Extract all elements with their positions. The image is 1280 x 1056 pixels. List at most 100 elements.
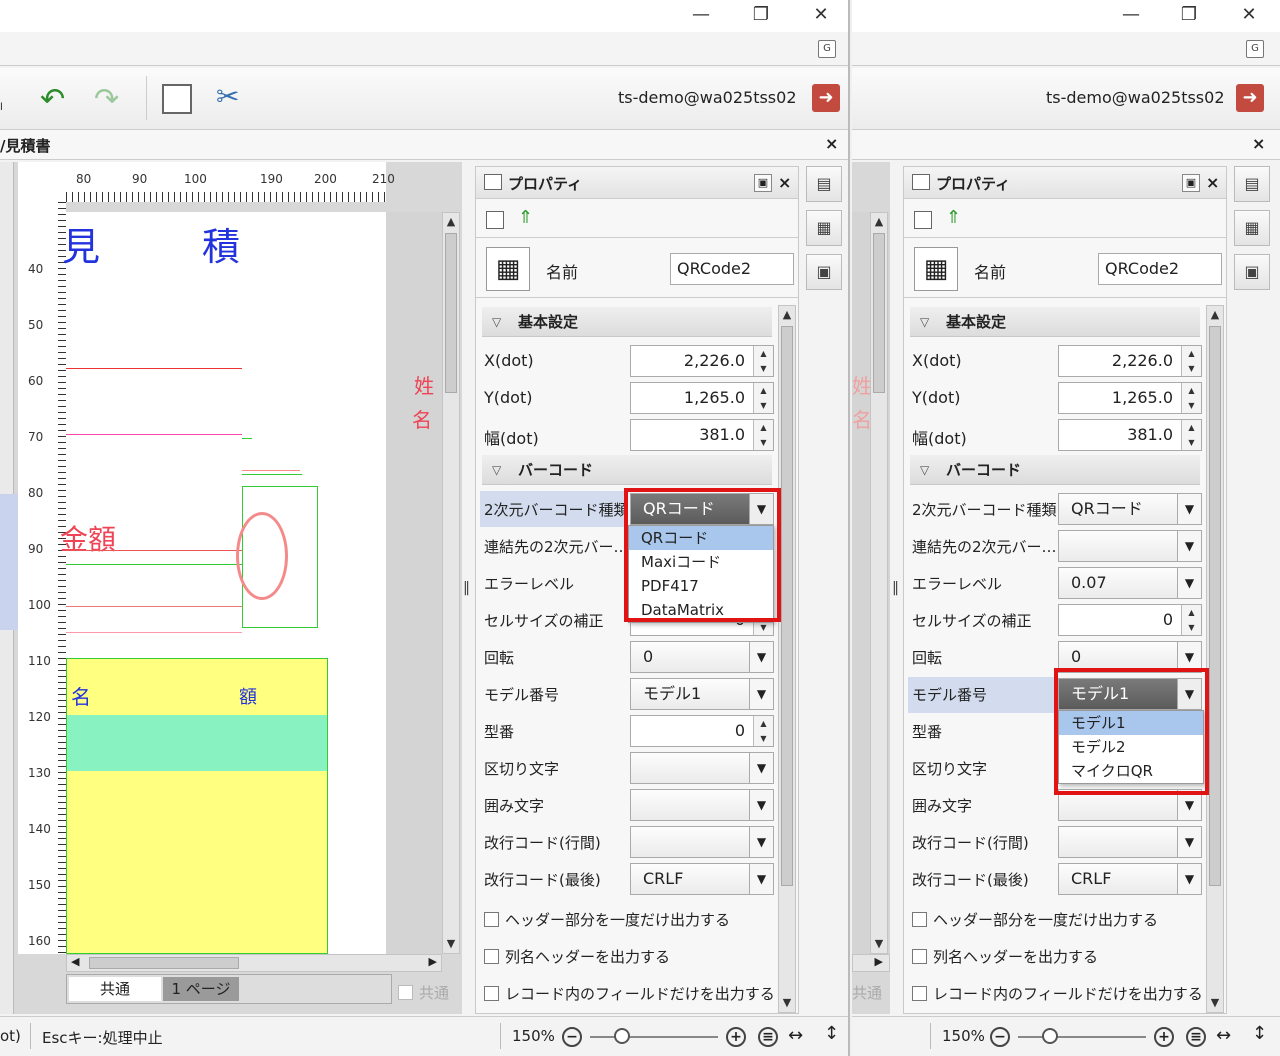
data-side-icon[interactable]: ▣ <box>1234 254 1270 290</box>
tab-page1[interactable]: 1 ページ <box>163 977 239 1001</box>
newline-last-dropdown[interactable]: CRLF ▼ <box>1058 863 1202 895</box>
zoom-slider-thumb[interactable] <box>1042 1028 1058 1044</box>
rotation-dropdown[interactable]: 0 ▼ <box>630 641 774 673</box>
enclose-dropdown[interactable]: ▼ <box>630 789 774 821</box>
data-side-icon[interactable]: ▣ <box>806 254 842 290</box>
undo-icon[interactable]: ↶ <box>40 82 65 117</box>
cellsize-field[interactable]: 0 ▲▼ <box>1058 604 1202 636</box>
spinner-icon[interactable]: ▲▼ <box>1181 605 1201 635</box>
splitter-handle[interactable]: ‖ <box>463 580 470 596</box>
translate-icon[interactable]: G <box>818 40 836 58</box>
scroll-up-icon[interactable]: ▲ <box>779 306 795 324</box>
restore-button[interactable]: ❐ <box>746 2 776 28</box>
properties-scrollbar[interactable]: ▲ ▼ <box>1206 305 1224 1013</box>
zoom-in-icon[interactable]: + <box>1154 1027 1174 1047</box>
canvas-scrollbar[interactable]: ▲ ▼ <box>442 212 460 954</box>
pin-icon[interactable]: ▣ <box>754 174 772 192</box>
properties-side-icon[interactable]: ▤ <box>806 166 842 202</box>
scroll-up-icon[interactable]: ▲ <box>871 213 887 231</box>
scroll-down-icon[interactable]: ▼ <box>779 994 795 1012</box>
scroll-right-icon[interactable]: ▶ <box>875 955 883 968</box>
restore-button[interactable]: ❐ <box>1174 2 1204 28</box>
fit-width-icon[interactable]: ↔ <box>788 1025 803 1046</box>
minimize-button[interactable]: — <box>686 2 716 28</box>
spinner-icon[interactable]: ▲▼ <box>1181 420 1201 450</box>
splitter-handle[interactable]: ‖ <box>892 580 899 596</box>
y-field[interactable]: 1,265.0 ▲ ▼ <box>630 382 774 414</box>
tab-common[interactable]: 共通 <box>69 977 161 1001</box>
scroll-right-icon[interactable]: ▶ <box>429 955 437 968</box>
zoom-out-icon[interactable]: − <box>562 1027 582 1047</box>
newline-mid-dropdown[interactable]: ▼ <box>630 826 774 858</box>
x-field[interactable]: 2,226.0 ▲ ▼ <box>1058 345 1202 377</box>
width-field[interactable]: 381.0 ▲ ▼ <box>1058 419 1202 451</box>
zoom-slider[interactable] <box>590 1036 718 1038</box>
spinner-icon[interactable]: ▲▼ <box>753 346 773 376</box>
newline-mid-dropdown[interactable]: ▼ <box>1058 826 1202 858</box>
spinner-icon[interactable]: ▲▼ <box>1181 346 1201 376</box>
common-checkbox[interactable]: 共通 <box>398 982 449 1003</box>
separator-dropdown[interactable]: ▼ <box>630 752 774 784</box>
close-tab-icon[interactable]: × <box>825 134 838 153</box>
fit-height-icon[interactable]: ↕ <box>1252 1023 1267 1044</box>
checkbox-header-once[interactable]: ヘッダー部分を一度だけ出力する <box>912 909 1158 930</box>
properties-scrollbar[interactable]: ▲ ▼ <box>778 305 796 1013</box>
checkbox-colname-header[interactable]: 列名ヘッダーを出力する <box>912 946 1098 967</box>
model-dropdown[interactable]: モデル1 ▼ <box>630 678 774 710</box>
cut-icon[interactable]: ✂ <box>216 80 239 113</box>
error-level-dropdown[interactable]: 0.07 ▼ <box>1058 567 1202 599</box>
section-barcode[interactable]: ▽ バーコード <box>482 455 772 485</box>
width-field[interactable]: 381.0 ▲ ▼ <box>630 419 774 451</box>
x-field[interactable]: 2,226.0 ▲ ▼ <box>630 345 774 377</box>
fit-width-icon[interactable]: ↔ <box>1216 1025 1231 1046</box>
scroll-up-icon[interactable]: ▲ <box>443 213 459 231</box>
name-field[interactable]: QRCode2 <box>670 253 794 285</box>
checkbox-fields-only[interactable]: レコード内のフィールドだけを出力する <box>484 983 775 1004</box>
zoom-in-icon[interactable]: + <box>726 1027 746 1047</box>
close-window-button[interactable]: ✕ <box>806 2 836 28</box>
scroll-thumb[interactable] <box>445 233 457 393</box>
logout-icon[interactable]: ➜ <box>1236 84 1264 112</box>
barcode-type-dropdown[interactable]: QRコード ▼ <box>1058 493 1202 525</box>
layout-icon[interactable] <box>914 211 932 229</box>
fit-icon[interactable]: ≡ <box>1186 1027 1206 1047</box>
section-barcode[interactable]: ▽ バーコード <box>910 455 1200 485</box>
scroll-up-icon[interactable]: ▲ <box>1207 306 1223 324</box>
grid-side-icon[interactable]: ▦ <box>806 210 842 246</box>
spinner-icon[interactable]: ▲▼ <box>1181 383 1201 413</box>
properties-side-icon[interactable]: ▤ <box>1234 166 1270 202</box>
zoom-out-icon[interactable]: − <box>990 1027 1010 1047</box>
hscroll-thumb[interactable] <box>89 957 239 969</box>
section-basic[interactable]: ▽ 基本設定 <box>910 307 1200 337</box>
pin-icon[interactable]: ▣ <box>1182 174 1200 192</box>
spinner-icon[interactable]: ▲▼ <box>753 716 773 746</box>
minimize-button[interactable]: — <box>1116 2 1146 28</box>
close-window-button[interactable]: ✕ <box>1234 2 1264 28</box>
zoom-slider-thumb[interactable] <box>614 1028 630 1044</box>
grid-side-icon[interactable]: ▦ <box>1234 210 1270 246</box>
checkbox-fields-only[interactable]: レコード内のフィールドだけを出力する <box>912 983 1203 1004</box>
zoom-slider[interactable] <box>1018 1036 1146 1038</box>
canvas-hscrollbar[interactable]: ◀ ▶ <box>66 954 442 972</box>
copy-icon[interactable] <box>162 84 192 114</box>
close-tab-icon[interactable]: × <box>1252 134 1265 153</box>
spinner-icon[interactable]: ▲▼ <box>753 420 773 450</box>
name-field[interactable]: QRCode2 <box>1098 253 1222 285</box>
checkbox-colname-header[interactable]: 列名ヘッダーを出力する <box>484 946 670 967</box>
spinner-icon[interactable]: ▲▼ <box>753 383 773 413</box>
document-tab-title[interactable]: /見積書 <box>0 135 50 156</box>
section-basic[interactable]: ▽ 基本設定 <box>482 307 772 337</box>
report-canvas[interactable]: 見 積 金額 名 額 <box>60 212 386 954</box>
scroll-down-icon[interactable]: ▼ <box>443 935 459 953</box>
checkbox-header-once[interactable]: ヘッダー部分を一度だけ出力する <box>484 909 730 930</box>
canvas-scrollbar[interactable]: ▲ ▼ <box>870 212 888 954</box>
newline-last-dropdown[interactable]: CRLF ▼ <box>630 863 774 895</box>
scroll-down-icon[interactable]: ▼ <box>871 935 887 953</box>
close-panel-icon[interactable]: × <box>778 173 791 192</box>
close-panel-icon[interactable]: × <box>1206 173 1219 192</box>
arrow-up-icon[interactable]: ⇑ <box>946 207 961 228</box>
fit-height-icon[interactable]: ↕ <box>824 1023 839 1044</box>
fit-icon[interactable]: ≡ <box>758 1027 778 1047</box>
layout-icon[interactable] <box>486 211 504 229</box>
y-field[interactable]: 1,265.0 ▲ ▼ <box>1058 382 1202 414</box>
